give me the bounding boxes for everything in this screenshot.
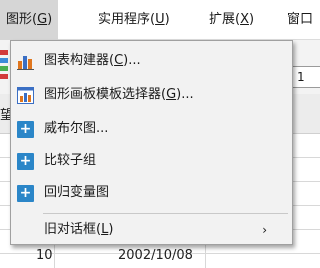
menu-item-regression-variable-plots[interactable]: + 回归变量图 (11, 179, 292, 207)
toolbar-partial-icon[interactable] (0, 50, 8, 84)
chart-builder-key: C (114, 53, 124, 68)
menu-graphs[interactable]: 图形(G) (0, 0, 59, 40)
graphboard-key: G (166, 87, 177, 102)
menu-window-label: 窗口 (287, 12, 314, 27)
menu-item-chart-builder[interactable]: 图表构建器(C)... (11, 47, 292, 75)
legacy-dialogs-label: 旧对话框( (44, 222, 102, 237)
menu-extensions-label: 扩展( (209, 12, 241, 27)
menu-item-graphboard-template-chooser[interactable]: 图形画板模板选择器(G)... (11, 81, 292, 109)
legacy-dialogs-suffix: ) (108, 222, 114, 237)
weibull-plot-label: 威布尔图... (44, 121, 109, 136)
toolbar-value-field[interactable]: 1 (290, 66, 320, 88)
menu-utilities-label: 实用程序( (98, 12, 156, 27)
menu-extensions-key: X (240, 12, 249, 27)
graphboard-suffix: )... (176, 87, 194, 102)
menu-graphs-suffix: ) (47, 12, 53, 27)
compare-subgroups-label: 比较子组 (44, 153, 97, 168)
plus-icon: + (17, 121, 34, 138)
menu-utilities-suffix: ) (164, 12, 170, 27)
graphs-dropdown-menu: 图表构建器(C)... 图形画板模板选择器(G)... + 威布尔图... + … (10, 40, 293, 245)
menu-utilities-key: U (155, 12, 165, 27)
menu-item-legacy-dialogs[interactable]: 旧对话框(L) › (11, 216, 292, 244)
grid-cell-date[interactable]: 2002/10/08 (118, 248, 193, 263)
menu-utilities[interactable]: 实用程序(U) (92, 0, 176, 40)
menu-item-weibull-plot[interactable]: + 威布尔图... (11, 115, 292, 143)
regression-variable-plots-label: 回归变量图 (44, 185, 110, 200)
menubar: 图形(G) 实用程序(U) 扩展(X) 窗口 (0, 0, 320, 40)
menu-graphs-key: G (37, 12, 48, 27)
chart-builder-label: 图表构建器( (44, 53, 115, 68)
chevron-right-icon: › (262, 223, 267, 237)
menu-extensions-suffix: ) (248, 12, 255, 27)
grid-cell-rownum[interactable]: 10 (36, 248, 53, 263)
chart-builder-icon (17, 53, 34, 70)
plus-icon: + (17, 153, 34, 170)
menu-graphs-label: 图形( (6, 12, 38, 27)
menu-window[interactable]: 窗口 (281, 0, 319, 40)
graphboard-label: 图形画板模板选择器( (44, 87, 167, 102)
graphboard-icon (17, 87, 34, 104)
toolbar-value-text: 1 (297, 70, 305, 84)
menu-item-compare-subgroups[interactable]: + 比较子组 (11, 147, 292, 175)
menu-separator (43, 213, 288, 214)
chart-builder-suffix: )... (123, 53, 141, 68)
plus-icon: + (17, 185, 34, 202)
menu-extensions[interactable]: 扩展(X) (203, 0, 260, 40)
